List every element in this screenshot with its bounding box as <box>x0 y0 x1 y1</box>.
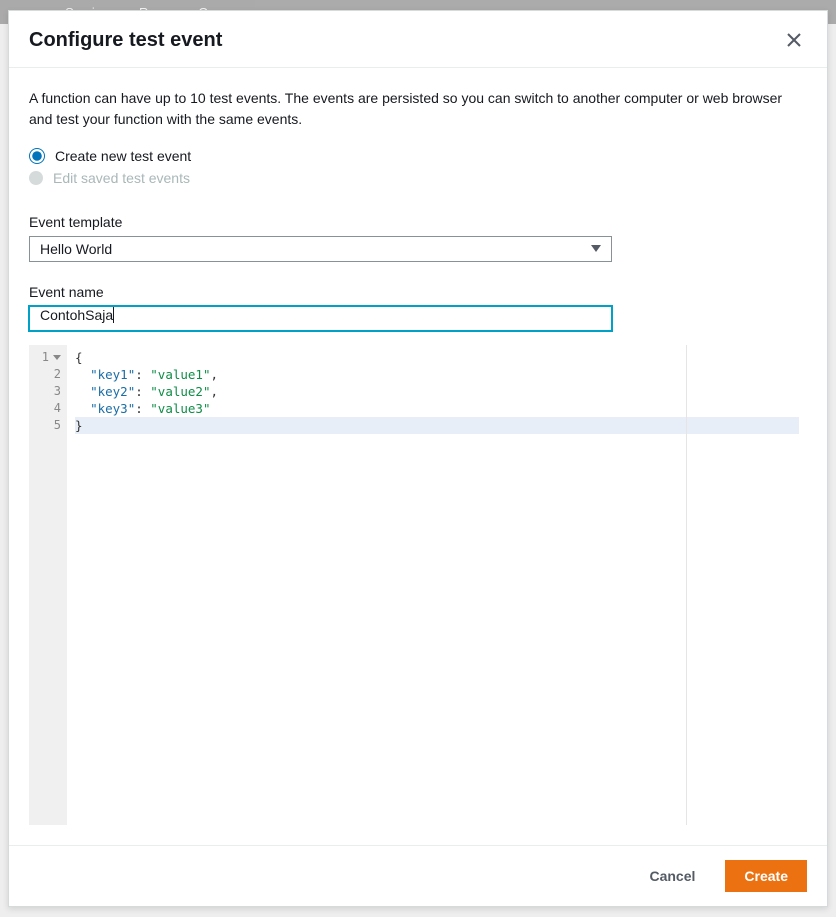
token-str: "value1" <box>150 367 210 382</box>
json-editor[interactable]: 12345 { "key1": "value1", "key2": "value… <box>29 345 807 825</box>
editor-split-line <box>686 345 687 825</box>
code-line[interactable]: "key3": "value3" <box>75 400 799 417</box>
close-button[interactable] <box>781 27 807 53</box>
token-punc: : <box>135 384 150 399</box>
event-name-label: Event name <box>29 284 807 300</box>
create-button[interactable]: Create <box>725 860 807 892</box>
token-str: "value3" <box>150 401 210 416</box>
token-punc: , <box>211 384 219 399</box>
modal-footer: Cancel Create <box>9 845 827 906</box>
modal-description: A function can have up to 10 test events… <box>29 88 807 130</box>
modal-header: Configure test event <box>9 11 827 68</box>
radio-create-new[interactable]: Create new test event <box>29 148 807 164</box>
line-number: 2 <box>29 366 61 383</box>
cancel-button[interactable]: Cancel <box>631 860 713 892</box>
token-punc: : <box>135 401 150 416</box>
radio-edit-saved-label: Edit saved test events <box>53 170 190 186</box>
event-template-label: Event template <box>29 214 807 230</box>
token-brace: } <box>75 418 83 433</box>
radio-create-new-label: Create new test event <box>55 148 191 164</box>
radio-create-new-input[interactable] <box>29 148 45 164</box>
chevron-down-icon <box>591 245 601 252</box>
token-key: "key3" <box>90 401 135 416</box>
code-line[interactable]: "key2": "value2", <box>75 383 799 400</box>
event-name-value: ContohSaja <box>40 307 113 323</box>
code-line[interactable]: "key1": "value1", <box>75 366 799 383</box>
token-str: "value2" <box>150 384 210 399</box>
line-number: 4 <box>29 400 61 417</box>
token-key: "key2" <box>90 384 135 399</box>
configure-test-event-modal: Configure test event A function can have… <box>8 10 828 907</box>
event-name-input[interactable]: ContohSaja​ <box>29 306 612 332</box>
modal-body: A function can have up to 10 test events… <box>9 68 827 845</box>
code-line[interactable]: { <box>75 349 799 366</box>
token-punc: : <box>135 367 150 382</box>
editor-gutter: 12345 <box>29 345 67 825</box>
line-number: 5 <box>29 417 61 434</box>
editor-code[interactable]: { "key1": "value1", "key2": "value2", "k… <box>67 345 807 825</box>
line-number: 3 <box>29 383 61 400</box>
token-punc: , <box>211 367 219 382</box>
radio-disabled-icon <box>29 171 43 185</box>
event-template-value: Hello World <box>40 241 112 257</box>
text-cursor: ​ <box>113 307 114 323</box>
event-template-select[interactable]: Hello World <box>29 236 612 262</box>
token-brace: { <box>75 350 83 365</box>
token-key: "key1" <box>90 367 135 382</box>
code-line[interactable]: } <box>75 417 799 434</box>
modal-title: Configure test event <box>29 29 222 52</box>
line-number: 1 <box>29 349 61 366</box>
close-icon <box>785 31 803 49</box>
radio-edit-saved: Edit saved test events <box>29 170 807 186</box>
